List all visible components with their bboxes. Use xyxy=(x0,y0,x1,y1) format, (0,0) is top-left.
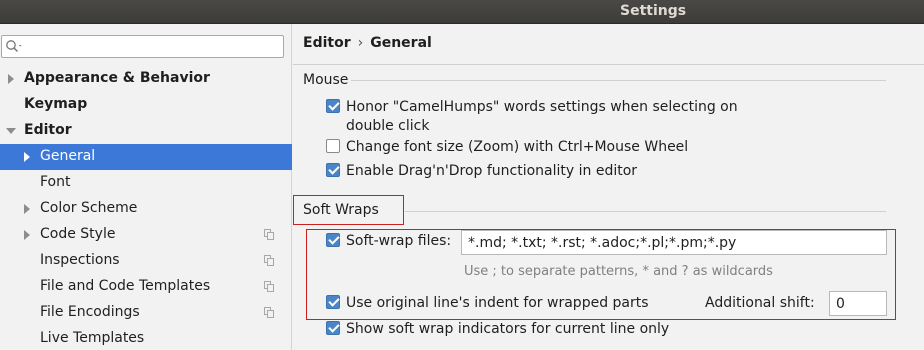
camelhumps-option[interactable]: Honor "CamelHumps" words settings when s… xyxy=(326,98,886,138)
chevron-down-icon[interactable] xyxy=(6,128,16,134)
search-input[interactable] xyxy=(26,38,276,55)
sidebar-item-font[interactable]: Font xyxy=(0,170,292,196)
breadcrumb-parent[interactable]: Editor xyxy=(303,35,351,51)
search-box[interactable] xyxy=(1,35,284,58)
chevron-right-icon[interactable] xyxy=(24,230,30,240)
search-icon xyxy=(6,40,22,53)
soft-wrap-indicators-option[interactable]: Show soft wrap indicators for current li… xyxy=(326,320,886,340)
camelhumps-label: Honor "CamelHumps" words settings when s… xyxy=(346,99,738,134)
camelhumps-checkbox[interactable] xyxy=(326,99,340,113)
header-divider xyxy=(293,64,924,65)
sidebar-item-general[interactable]: General xyxy=(0,144,292,170)
project-scope-icon xyxy=(264,307,274,318)
mouse-group-divider xyxy=(351,80,886,81)
zoom-font-checkbox[interactable] xyxy=(326,139,340,153)
sidebar-item-label: Inspections xyxy=(40,252,120,268)
soft-wrap-indicators-checkbox[interactable] xyxy=(326,321,340,335)
sidebar-item-label: Live Templates xyxy=(40,330,145,346)
sidebar-item-label: File and Code Templates xyxy=(40,278,211,294)
sidebar-item-inspections[interactable]: Inspections xyxy=(0,248,292,274)
sidebar-item-file-and-code-templates[interactable]: File and Code Templates xyxy=(0,274,292,300)
sidebar-item-appearance-behavior[interactable]: Appearance & Behavior xyxy=(0,66,292,92)
sidebar-item-label: Font xyxy=(40,174,71,190)
soft-wrap-indicators-label: Show soft wrap indicators for current li… xyxy=(346,321,670,337)
sidebar-item-label: Editor xyxy=(24,122,72,138)
drag-drop-label: Enable Drag'n'Drop functionality in edit… xyxy=(346,163,638,179)
soft-wraps-group-divider xyxy=(405,211,886,212)
drag-drop-checkbox[interactable] xyxy=(326,163,340,177)
sidebar-item-label: Appearance & Behavior xyxy=(24,70,210,86)
sidebar-item-label: File Encodings xyxy=(40,304,140,320)
zoom-font-option[interactable]: Change font size (Zoom) with Ctrl+Mouse … xyxy=(326,138,886,158)
sidebar-item-label: General xyxy=(40,148,96,164)
soft-wraps-title-highlight xyxy=(293,195,404,225)
settings-sidebar: Appearance & Behavior Keymap Editor General… xyxy=(0,24,292,350)
settings-content: Editor › General Mouse Honor "CamelHumps" … xyxy=(293,24,924,350)
sidebar-item-label: Code Style xyxy=(40,226,116,242)
mouse-group-title: Mouse xyxy=(303,72,349,88)
sidebar-item-code-style[interactable]: Code Style xyxy=(0,222,292,248)
sidebar-item-file-encodings[interactable]: File Encodings xyxy=(0,300,292,326)
sidebar-item-editor[interactable]: Editor xyxy=(0,118,292,144)
sidebar-item-label: Keymap xyxy=(24,96,88,112)
sidebar-item-live-templates[interactable]: Live Templates xyxy=(0,326,292,350)
project-scope-icon xyxy=(264,281,274,292)
window-title: Settings xyxy=(620,3,687,19)
project-scope-icon xyxy=(264,229,274,240)
soft-wraps-options-highlight xyxy=(306,229,896,320)
breadcrumb-separator: › xyxy=(357,35,364,51)
zoom-font-label: Change font size (Zoom) with Ctrl+Mouse … xyxy=(346,139,689,155)
drag-drop-option[interactable]: Enable Drag'n'Drop functionality in edit… xyxy=(326,162,886,182)
sidebar-item-keymap[interactable]: Keymap xyxy=(0,92,292,118)
project-scope-icon xyxy=(264,255,274,266)
chevron-right-icon[interactable] xyxy=(8,74,14,84)
sidebar-item-label: Color Scheme xyxy=(40,200,138,216)
breadcrumb-current: General xyxy=(370,35,432,51)
breadcrumb: Editor › General xyxy=(303,35,432,51)
title-bar: Settings xyxy=(0,0,924,24)
chevron-right-icon[interactable] xyxy=(24,152,30,162)
chevron-right-icon[interactable] xyxy=(24,204,30,214)
sidebar-item-color-scheme[interactable]: Color Scheme xyxy=(0,196,292,222)
